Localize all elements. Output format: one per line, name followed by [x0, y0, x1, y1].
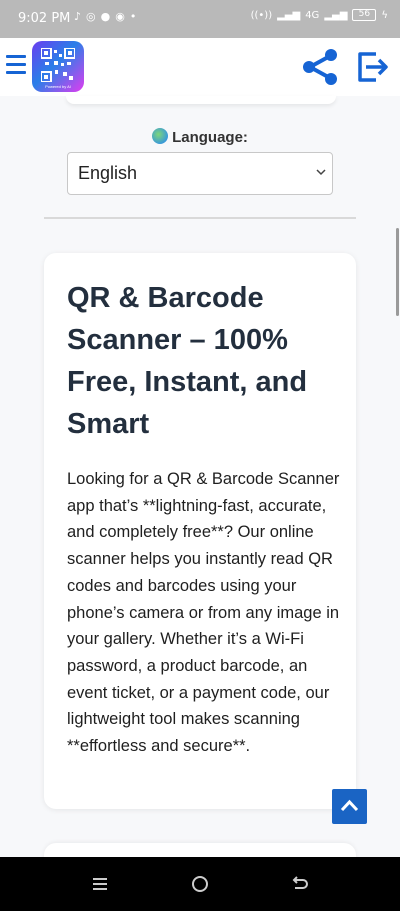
scrollbar[interactable]	[396, 228, 399, 316]
network-type: 4G	[305, 9, 320, 21]
charging-icon: ϟ	[381, 9, 388, 21]
recent-apps-icon[interactable]	[90, 874, 110, 894]
language-selected-value: English	[78, 163, 138, 183]
qr-logo-icon	[41, 48, 75, 82]
tiktok-icon: ♪	[74, 10, 82, 23]
article-title: QR & Barcode Scanner – 100% Free, Instan…	[67, 282, 308, 440]
chrome-icon: ◉	[115, 10, 125, 23]
hotspot-icon: ((•))	[250, 9, 273, 21]
status-right: ((•)) ▂▄▆ 4G ▂▄▆ 56 ϟ	[251, 9, 388, 21]
app-logo[interactable]: Powered by AI	[32, 41, 84, 92]
notification-icons: ♪ ◎ ● ◉ •	[74, 10, 136, 23]
home-icon[interactable]	[190, 874, 210, 894]
globe-icon	[152, 128, 169, 144]
status-bar: 9:02 PM ♪ ◎ ● ◉ • ((•)) ▂▄▆ 4G ▂▄▆ 56 ϟ	[0, 0, 400, 38]
chat-icon: ●	[100, 10, 111, 23]
battery-icon: 56	[352, 9, 377, 21]
logout-icon[interactable]	[356, 50, 390, 84]
chevron-down-icon	[316, 169, 326, 176]
previous-card	[66, 96, 336, 104]
dot-icon: •	[129, 10, 137, 23]
article-body: Looking for a QR & Barcode Scanner app t…	[67, 470, 340, 756]
language-label-row: Language:	[0, 128, 400, 146]
share-icon[interactable]	[300, 48, 340, 86]
hamburger-icon[interactable]	[6, 55, 26, 77]
language-select[interactable]: English	[67, 152, 333, 195]
whatsapp-icon: ◎	[86, 10, 96, 23]
scroll-to-top-button[interactable]	[332, 789, 367, 824]
signal-icon: ▂▄▆	[277, 9, 301, 21]
signal-icon-2: ▂▄▆	[324, 9, 348, 21]
system-nav-bar	[0, 857, 400, 911]
article-card: QR & Barcode Scanner – 100% Free, Instan…	[44, 253, 356, 809]
language-label: Language:	[172, 129, 248, 146]
chevron-up-icon	[340, 799, 359, 812]
status-time: 9:02 PM	[18, 11, 71, 26]
logo-caption: Powered by AI	[45, 84, 71, 89]
divider	[44, 217, 356, 219]
back-icon[interactable]	[290, 874, 310, 894]
app-header: Powered by AI	[0, 38, 400, 96]
